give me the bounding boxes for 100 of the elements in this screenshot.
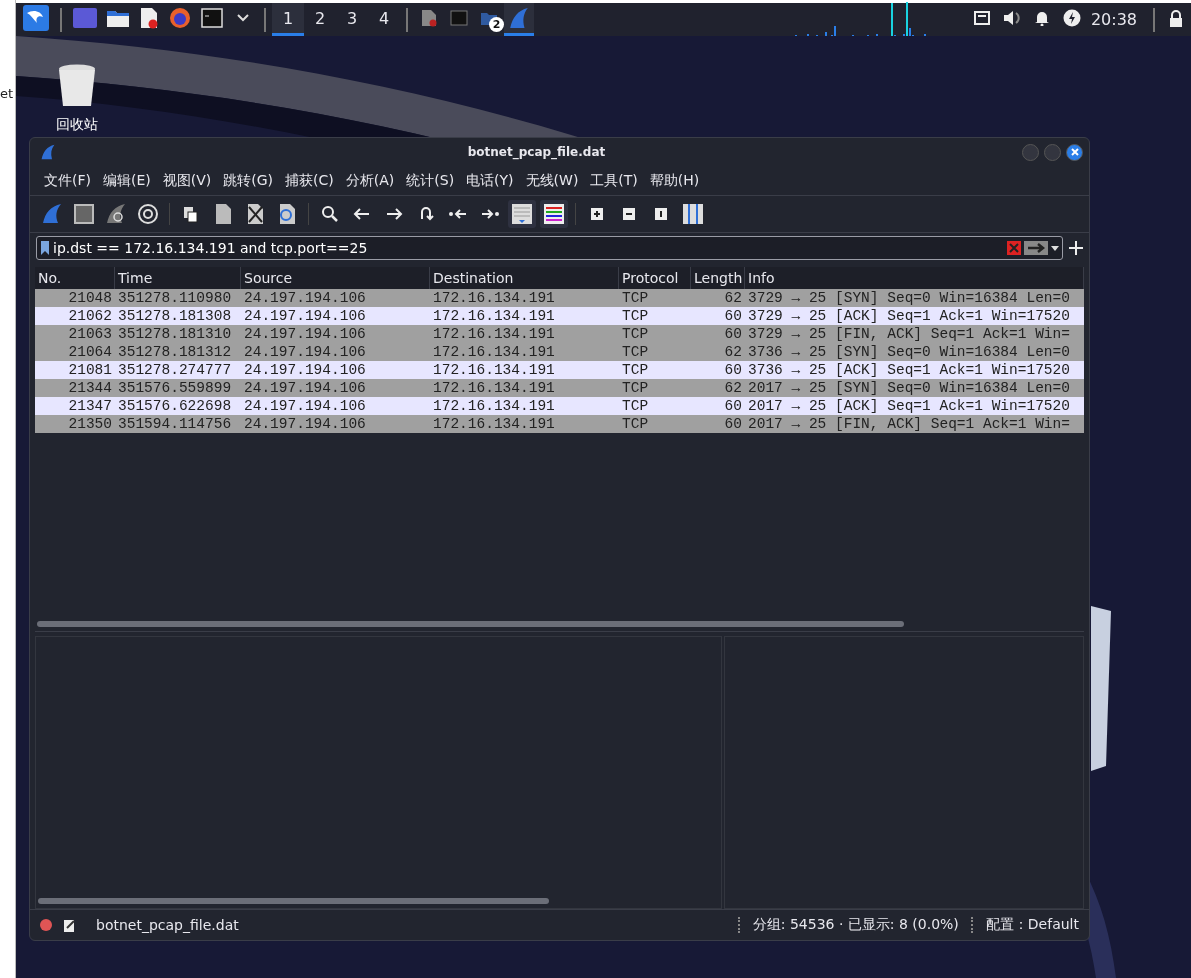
table-cell-text: 24.197.194.106 xyxy=(243,307,367,325)
table-cell-text: 172.16.134.191 xyxy=(432,397,556,415)
table-cell-text: 21347 xyxy=(67,397,113,415)
table-cell-text: TCP xyxy=(621,343,650,361)
packet-count: 分组: 54536 · 已显示: 8 (0.0%) xyxy=(752,916,959,934)
workspace-button[interactable]: 1 xyxy=(272,3,304,36)
caret-icon xyxy=(237,14,249,22)
table-cell-text: 21350 xyxy=(67,415,113,433)
packet-row[interactable]: 21063 351278.181310 24.197.194.106 172.16.134.191 TCP 60 3729 → 25 [FIN, ACK] Seq=1 Ack=1 Win= xyxy=(35,325,1084,343)
packet-row[interactable]: 21062 351278.181308 24.197.194.106 172.16.134.191 TCP 60 3729 → 25 [ACK] Seq=1 Ack=1 Win=17520 xyxy=(35,307,1084,325)
speaker-icon xyxy=(1002,10,1021,26)
menu-item[interactable]: 编辑(E) xyxy=(97,171,157,190)
shark-fin-icon xyxy=(40,144,56,160)
table-cell-text: 351594.114756 xyxy=(117,415,233,433)
table-cell-text: 24.197.194.106 xyxy=(243,343,367,361)
packet-row[interactable]: 21081 351278.274777 24.197.194.106 172.16.134.191 TCP 60 3736 → 25 [ACK] Seq=1 Ack=1 Win=17520 xyxy=(35,361,1084,379)
menu-item[interactable]: 帮助(H) xyxy=(643,171,706,190)
packet-row[interactable]: 21048 351278.110980 24.197.194.106 172.16.134.191 TCP 62 3729 → 25 [SYN] Seq=0 Win=16384 Len=0 xyxy=(35,289,1084,307)
table-cell-text: TCP xyxy=(621,325,650,343)
workspace-button[interactable]: 4 xyxy=(368,3,400,36)
table-cell-text: 21344 xyxy=(67,379,113,397)
menu-item[interactable]: 统计(S) xyxy=(400,171,461,190)
terminal-icon xyxy=(450,10,468,26)
folder-icon xyxy=(107,9,129,27)
table-cell-text: 2017 → 25 [FIN, ACK] Seq=1 Ack=1 Win= xyxy=(747,415,1071,433)
table-cell-text: 351278.274777 xyxy=(117,361,233,379)
menu-item[interactable]: 跳转(G) xyxy=(217,171,280,190)
table-cell-text: TCP xyxy=(621,289,650,307)
lightning-icon xyxy=(1062,9,1081,27)
close-button[interactable] xyxy=(1066,143,1083,161)
table-cell-text: 24.197.194.106 xyxy=(243,397,367,415)
edit-icon[interactable] xyxy=(64,918,76,932)
window-title: botnet_pcap_file.dat xyxy=(466,145,607,159)
lock-icon xyxy=(1169,9,1183,27)
table-cell-text: TCP xyxy=(621,397,650,415)
table-cell-text: 3736 → 25 [SYN] Seq=0 Win=16384 Len=0 xyxy=(747,343,1071,361)
table-cell-text: 172.16.134.191 xyxy=(432,415,556,433)
filter-field[interactable]: ip.dst == 172.16.134.191 and tcp.port==25 xyxy=(36,236,1063,260)
table-cell-text: 62 xyxy=(723,379,743,397)
close-icon xyxy=(1070,148,1079,156)
trash-can-icon[interactable] xyxy=(58,64,96,108)
menu-item[interactable]: 工具(T) xyxy=(584,171,644,190)
table-cell-text: TCP xyxy=(621,361,650,379)
table-cell-text: 351576.622698 xyxy=(117,397,233,415)
workspace-button[interactable]: 3 xyxy=(336,3,368,36)
filter-input[interactable]: ip.dst == 172.16.134.191 and tcp.port==25 xyxy=(53,240,1004,256)
table-cell-text: 3729 → 25 [FIN, ACK] Seq=1 Ack=1 Win= xyxy=(747,325,1071,343)
task-button[interactable] xyxy=(504,3,534,36)
table-cell-text: 62 xyxy=(723,343,743,361)
table-cell-text: 2017 → 25 [SYN] Seq=0 Win=16384 Len=0 xyxy=(747,379,1071,397)
table-cell-text: 351576.559899 xyxy=(117,379,233,397)
table-cell-text: 172.16.134.191 xyxy=(432,343,556,361)
table-cell-text: 60 xyxy=(723,307,743,325)
menu-item[interactable]: 分析(A) xyxy=(339,171,401,190)
table-cell-text: 351278.181310 xyxy=(117,325,233,343)
bell-icon xyxy=(1033,10,1050,26)
file-name: botnet_pcap_file.dat xyxy=(96,917,239,933)
terminal-icon xyxy=(201,8,223,28)
status-dot-icon xyxy=(40,919,52,931)
table-cell-text: 21063 xyxy=(67,325,113,343)
table-cell-text: 351278.181312 xyxy=(117,343,233,361)
profile-label[interactable]: 配置：Default xyxy=(985,916,1079,934)
menu-item[interactable]: 视图(V) xyxy=(156,171,218,190)
table-cell-text: 24.197.194.106 xyxy=(243,379,367,397)
table-cell-text: 2017 → 25 [ACK] Seq=1 Ack=1 Win=17520 xyxy=(747,397,1071,415)
window-text: et xyxy=(0,86,15,101)
table-cell-text: 21081 xyxy=(67,361,113,379)
packet-row[interactable]: 21064 351278.181312 24.197.194.106 172.16.134.191 TCP 62 3736 → 25 [SYN] Seq=0 Win=16384 Len=0 xyxy=(35,343,1084,361)
table-cell-text: 3729 → 25 [ACK] Seq=1 Ack=1 Win=17520 xyxy=(747,307,1071,325)
packet-row[interactable]: 21350 351594.114756 24.197.194.106 172.16.134.191 TCP 60 2017 → 25 [FIN, ACK] Seq=1 Ack=1 Win= xyxy=(35,415,1084,433)
table-cell-text: 3729 → 25 [SYN] Seq=0 Win=16384 Len=0 xyxy=(747,289,1071,307)
workspace-button[interactable]: 2 xyxy=(304,3,336,36)
table-cell-text: 172.16.134.191 xyxy=(432,361,556,379)
table-cell-text: 24.197.194.106 xyxy=(243,361,367,379)
table-cell-text: 60 xyxy=(723,415,743,433)
desktop-icon-label: 回收站 xyxy=(56,116,98,134)
table-cell-text: 172.16.134.191 xyxy=(432,289,556,307)
menu-item[interactable]: 捕获(C) xyxy=(279,171,340,190)
table-cell-text: 24.197.194.106 xyxy=(243,415,367,433)
window-icon xyxy=(73,8,97,28)
bookmark-icon[interactable] xyxy=(40,240,50,256)
menu-item[interactable]: 电话(Y) xyxy=(460,171,520,190)
table-cell-text: 24.197.194.106 xyxy=(243,289,367,307)
apply-arrow-icon[interactable] xyxy=(1024,241,1048,255)
caret-icon[interactable] xyxy=(1051,245,1059,251)
clock[interactable]: 20:38 xyxy=(1090,10,1137,29)
table-cell-text: 24.197.194.106 xyxy=(243,325,367,343)
packet-row[interactable]: 21347 351576.622698 24.197.194.106 172.16.134.191 TCP 60 2017 → 25 [ACK] Seq=1 Ack=1 Win=17520 xyxy=(35,397,1084,415)
network-icon xyxy=(973,11,990,25)
menu-item[interactable]: 无线(W) xyxy=(519,171,585,190)
packet-row[interactable]: 21344 351576.559899 24.197.194.106 172.16.134.191 TCP 62 2017 → 25 [SYN] Seq=0 Win=16384 Len=0 xyxy=(35,379,1084,397)
menu-item[interactable]: 文件(F) xyxy=(38,171,97,190)
shark-fin-icon xyxy=(508,7,530,29)
document-icon xyxy=(140,7,158,29)
count-badge: 2 xyxy=(489,17,504,32)
table-cell-text: 172.16.134.191 xyxy=(432,379,556,397)
table-cell-text: 351278.110980 xyxy=(117,289,233,307)
plus-icon[interactable] xyxy=(1069,241,1083,255)
clear-icon[interactable] xyxy=(1007,241,1021,255)
task-button[interactable]: 2 xyxy=(474,3,504,36)
